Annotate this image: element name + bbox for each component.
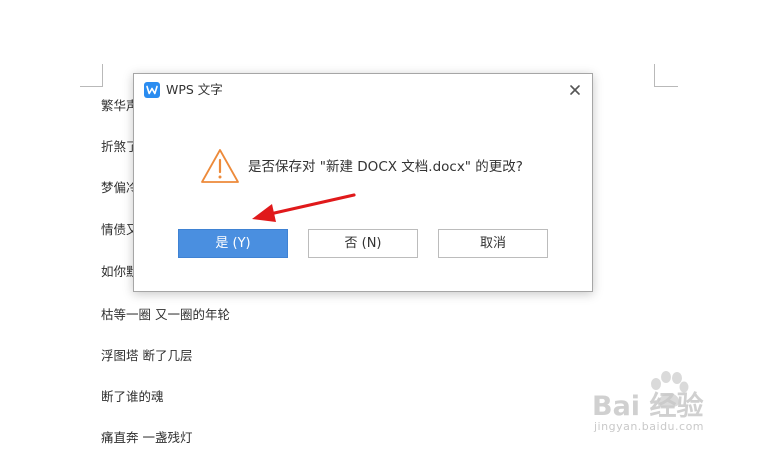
watermark-url: jingyan.baidu.com bbox=[594, 420, 705, 433]
save-changes-dialog: WPS 文字 是否保存对 "新建 DOCX 文档.docx" 的更改? 是 (Y… bbox=[133, 73, 593, 292]
document-line: 断了谁的魂 bbox=[101, 389, 164, 404]
baidu-jingyan-watermark: Bai 经验 jingyan.baidu.com bbox=[588, 370, 766, 440]
watermark-brand: Bai 经验 bbox=[592, 391, 704, 422]
close-icon bbox=[570, 85, 580, 95]
cancel-button[interactable]: 取消 bbox=[438, 229, 548, 258]
warning-triangle-icon bbox=[201, 149, 239, 183]
wps-writer-icon bbox=[144, 82, 160, 98]
document-line: 浮图塔 断了几层 bbox=[101, 348, 193, 363]
document-line: 枯等一圈 又一圈的年轮 bbox=[101, 307, 230, 322]
save-prompt-message: 是否保存对 "新建 DOCX 文档.docx" 的更改? bbox=[248, 159, 523, 175]
yes-button[interactable]: 是 (Y) bbox=[178, 229, 288, 258]
dialog-title-bar: WPS 文字 bbox=[134, 74, 592, 106]
close-button[interactable] bbox=[566, 81, 584, 99]
no-button[interactable]: 否 (N) bbox=[308, 229, 418, 258]
dialog-title: WPS 文字 bbox=[166, 82, 223, 97]
document-line: 痛直奔 一盏残灯 bbox=[101, 430, 193, 445]
